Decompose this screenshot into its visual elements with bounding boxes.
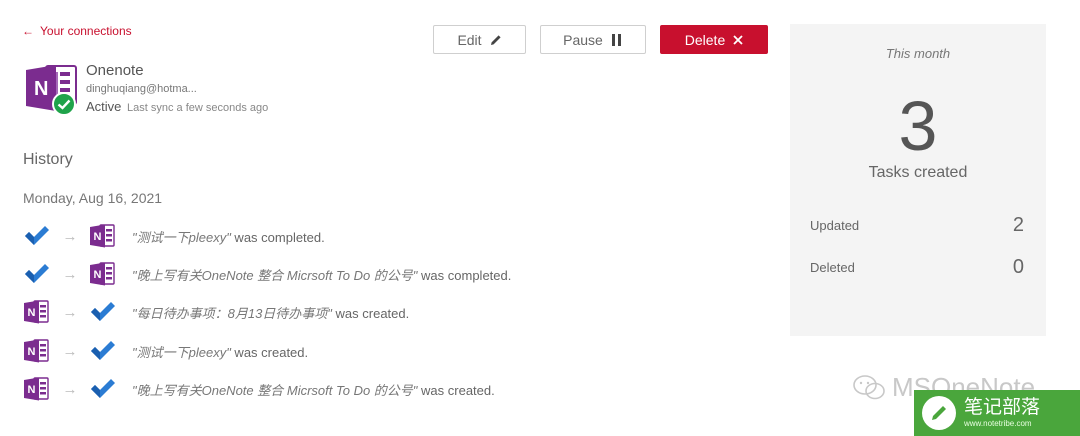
tasks-created-count: 3 xyxy=(898,87,938,165)
updated-label: Updated xyxy=(810,218,860,233)
task-title: "每日待办事项：8月13日待办事项" xyxy=(132,305,332,321)
task-title: "晚上写有关OneNote 整合 Micrsoft To Do 的公号" xyxy=(132,267,418,283)
pause-button[interactable]: Pause xyxy=(540,25,646,54)
close-icon xyxy=(733,34,743,45)
connection-header: N Onenote dinghuqiang@hotma... Active La… xyxy=(26,62,268,117)
todo-check-icon xyxy=(91,379,115,398)
history-entry: N → "每日待办事项：8月13日待办事项" was created. xyxy=(24,298,409,326)
source-app-icon: N xyxy=(24,299,50,325)
back-to-connections-link[interactable]: ← Your connections xyxy=(22,24,132,38)
delete-button-label: Delete xyxy=(684,31,726,48)
source-app-icon xyxy=(24,223,50,249)
arrow-right-icon: → xyxy=(62,380,78,398)
updated-value: 2 xyxy=(1012,214,1024,236)
svg-text:N: N xyxy=(34,78,48,100)
stat-updated: Updated 2 xyxy=(810,214,1024,237)
connection-status: Active Last sync a few seconds ago xyxy=(86,98,268,117)
pencil-logo-icon xyxy=(922,396,956,430)
status-label: Active xyxy=(86,99,122,114)
deleted-value: 0 xyxy=(1012,256,1024,278)
onenote-icon: N xyxy=(24,339,49,363)
arrow-right-icon: → xyxy=(62,265,78,283)
todo-check-icon xyxy=(25,264,49,283)
last-sync-text: Last sync a few seconds ago xyxy=(127,102,269,114)
todo-check-icon xyxy=(91,341,115,360)
svg-text:N: N xyxy=(94,231,102,243)
task-action: was completed. xyxy=(230,229,325,245)
target-app-icon xyxy=(90,338,116,364)
badge-url: www.notetribe.com xyxy=(964,419,1032,428)
todo-check-icon xyxy=(91,302,115,321)
deleted-label: Deleted xyxy=(810,260,855,275)
onenote-icon: N xyxy=(24,377,49,401)
source-app-icon: N xyxy=(24,376,50,402)
history-entry-text: "晚上写有关OneNote 整合 Micrsoft To Do 的公号" was… xyxy=(132,380,495,399)
pencil-icon xyxy=(490,34,501,45)
active-check-badge-icon xyxy=(52,92,76,116)
onenote-app-logo: N xyxy=(26,62,78,116)
svg-text:N: N xyxy=(94,269,102,281)
source-app-icon: N xyxy=(24,338,50,364)
todo-check-icon xyxy=(25,226,49,245)
pause-icon xyxy=(611,33,621,46)
task-action: was created. xyxy=(331,305,410,321)
history-entry-text: "测试一下pleexy" was created. xyxy=(132,342,308,361)
target-app-icon: N xyxy=(90,223,116,249)
target-app-icon: N xyxy=(90,261,116,287)
back-link-label: Your connections xyxy=(40,24,132,38)
history-entry: N → "测试一下pleexy" was created. xyxy=(24,337,308,365)
history-date: Monday, Aug 16, 2021 xyxy=(23,190,163,206)
svg-text:N: N xyxy=(28,307,36,319)
source-app-icon xyxy=(24,261,50,287)
task-action: was created. xyxy=(417,382,495,398)
task-action: was completed. xyxy=(417,267,512,283)
history-entry-text: "每日待办事项：8月13日待办事项" was created. xyxy=(132,303,409,322)
notetribe-badge: 笔记部落 www.notetribe.com xyxy=(914,390,1080,436)
history-title: History xyxy=(23,151,73,168)
arrow-right-icon: → xyxy=(62,227,78,245)
task-title: "测试一下pleexy" xyxy=(132,344,231,360)
arrow-right-icon: → xyxy=(62,303,78,321)
badge-title: 笔记部落 xyxy=(964,397,1041,418)
connection-email: dinghuqiang@hotma... xyxy=(86,83,197,95)
svg-text:N: N xyxy=(28,384,36,396)
stats-panel: This month 3 Tasks created Updated 2 Del… xyxy=(790,24,1046,336)
pause-button-label: Pause xyxy=(563,31,603,48)
target-app-icon xyxy=(90,376,116,402)
tasks-created-label: Tasks created xyxy=(868,164,968,181)
task-action: was created. xyxy=(230,344,309,360)
edit-button[interactable]: Edit xyxy=(433,25,526,54)
history-entry-text: "测试一下pleexy" was completed. xyxy=(132,227,325,246)
onenote-icon: N xyxy=(90,224,115,248)
task-title: "晚上写有关OneNote 整合 Micrsoft To Do 的公号" xyxy=(132,382,418,398)
connection-name: Onenote xyxy=(86,62,144,79)
stats-period: This month xyxy=(885,46,951,61)
arrow-right-icon: → xyxy=(62,342,78,360)
arrow-left-icon: ← xyxy=(22,24,34,38)
history-entry: → N "测试一下pleexy" was completed. xyxy=(24,222,325,250)
history-entry: N → "晚上写有关OneNote 整合 Micrsoft To Do 的公号"… xyxy=(24,375,495,403)
task-title: "测试一下pleexy" xyxy=(132,229,231,245)
delete-button[interactable]: Delete xyxy=(660,25,768,54)
svg-text:N: N xyxy=(28,346,36,358)
onenote-icon: N xyxy=(90,262,115,286)
target-app-icon xyxy=(90,299,116,325)
history-entry-text: "晚上写有关OneNote 整合 Micrsoft To Do 的公号" was… xyxy=(132,265,511,284)
history-entry: → N "晚上写有关OneNote 整合 Micrsoft To Do 的公号"… xyxy=(24,260,511,288)
wechat-icon xyxy=(853,374,885,399)
onenote-icon: N xyxy=(24,300,49,324)
edit-button-label: Edit xyxy=(457,31,482,48)
stat-deleted: Deleted 0 xyxy=(810,256,1024,279)
